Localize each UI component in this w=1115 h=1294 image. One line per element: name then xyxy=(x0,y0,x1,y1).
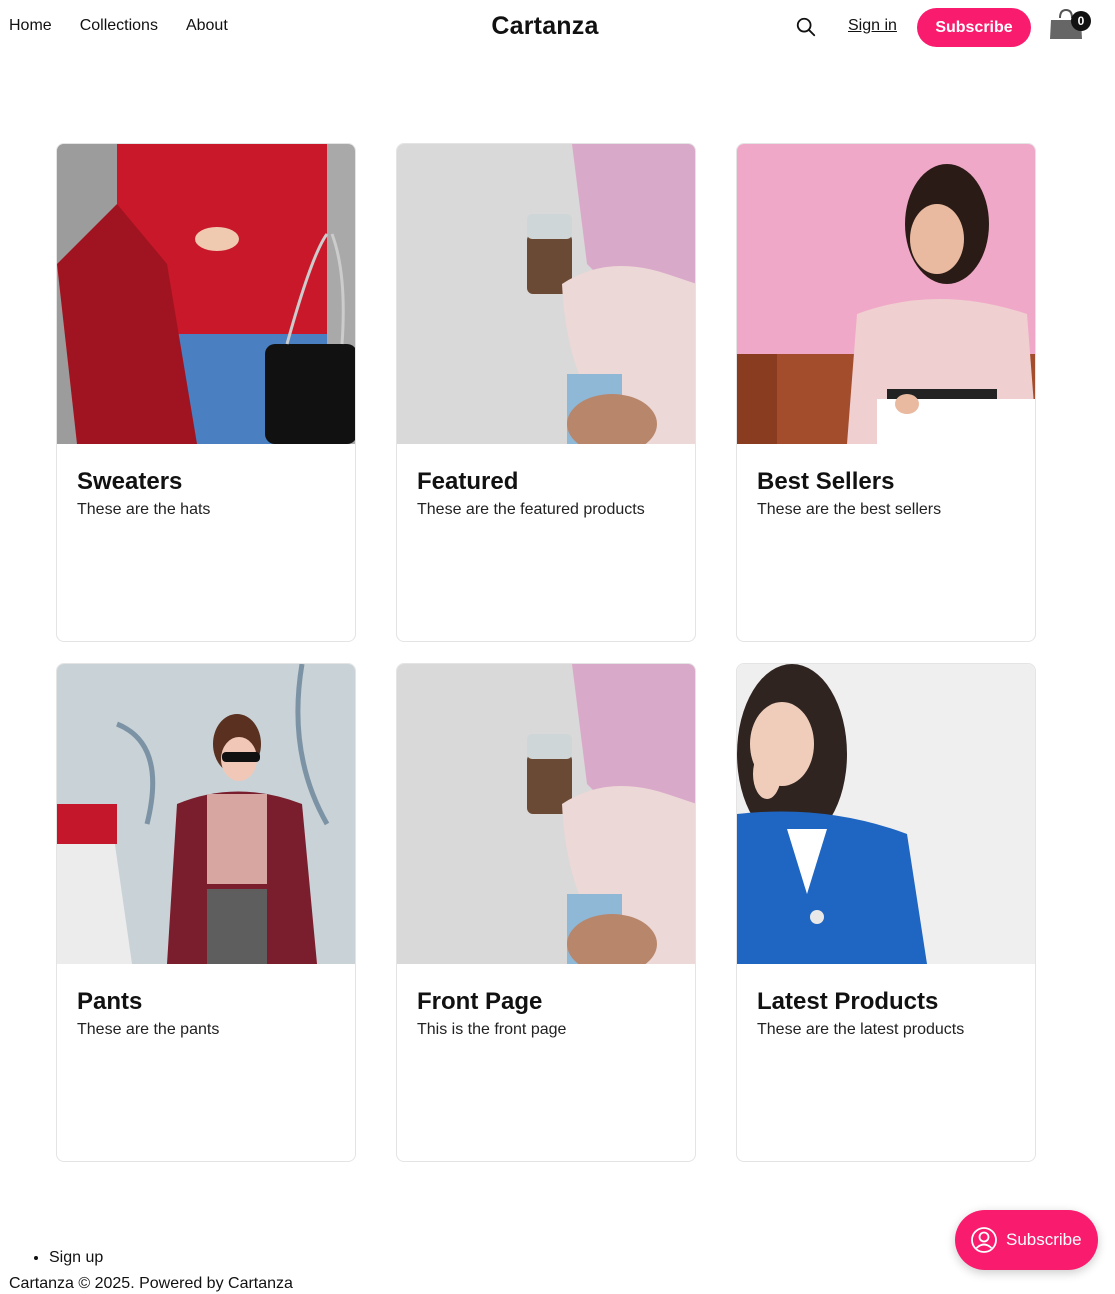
card-body: Sweaters These are the hats xyxy=(57,444,355,544)
collection-image-front-page[interactable] xyxy=(397,664,696,964)
card-body: Best Sellers These are the best sellers xyxy=(737,444,1035,544)
collection-title[interactable]: Sweaters xyxy=(77,468,335,496)
signin-link[interactable]: Sign in xyxy=(848,17,897,35)
collection-image-featured[interactable] xyxy=(397,144,696,444)
collection-image-pants[interactable] xyxy=(57,664,356,964)
collection-card[interactable]: Best Sellers These are the best sellers xyxy=(736,143,1036,642)
footer-links: Sign up xyxy=(49,1249,103,1267)
collection-image-latest-products[interactable] xyxy=(737,664,1036,964)
collection-description: These are the pants xyxy=(77,1021,220,1038)
subscribe-button[interactable]: Subscribe xyxy=(917,8,1031,47)
collection-title[interactable]: Pants xyxy=(77,988,335,1016)
cart-count-badge: 0 xyxy=(1071,11,1091,31)
floating-subscribe-label: Subscribe xyxy=(1006,1230,1082,1249)
collection-description: These are the latest products xyxy=(757,1021,965,1038)
collection-description: These are the featured products xyxy=(417,501,645,518)
card-body: Pants These are the pants xyxy=(57,964,355,1064)
collection-description: These are the best sellers xyxy=(757,501,942,518)
footer-signup-link[interactable]: Sign up xyxy=(49,1249,103,1267)
collection-card[interactable]: Latest Products These are the latest pro… xyxy=(736,663,1036,1162)
collection-image-sweaters[interactable] xyxy=(57,144,356,444)
collection-card[interactable]: Featured These are the featured products xyxy=(396,143,696,642)
collection-card[interactable]: Sweaters These are the hats xyxy=(56,143,356,642)
collection-image-best-sellers[interactable] xyxy=(737,144,1036,444)
search-icon[interactable] xyxy=(795,16,817,38)
collection-card[interactable]: Front Page This is the front page xyxy=(396,663,696,1162)
brand-name[interactable]: Cartanza xyxy=(491,12,598,41)
collection-title[interactable]: Front Page xyxy=(417,988,675,1016)
collection-title[interactable]: Latest Products xyxy=(757,988,1015,1016)
collection-title[interactable]: Best Sellers xyxy=(757,468,1015,496)
collection-card[interactable]: Pants These are the pants xyxy=(56,663,356,1162)
collection-description: This is the front page xyxy=(417,1021,567,1038)
collection-title[interactable]: Featured xyxy=(417,468,675,496)
collection-description: These are the hats xyxy=(77,501,211,518)
floating-subscribe-button[interactable]: Subscribe xyxy=(955,1210,1098,1270)
user-icon xyxy=(971,1227,997,1253)
card-body: Latest Products These are the latest pro… xyxy=(737,964,1035,1064)
card-body: Featured These are the featured products xyxy=(397,444,695,544)
site-header: Home Collections About Cartanza Sign in … xyxy=(0,0,1115,56)
collections-grid: Sweaters These are the hats Featured The… xyxy=(56,143,1036,1162)
footer-copyright: Cartanza © 2025. Powered by Cartanza xyxy=(9,1275,293,1292)
card-body: Front Page This is the front page xyxy=(397,964,695,1064)
